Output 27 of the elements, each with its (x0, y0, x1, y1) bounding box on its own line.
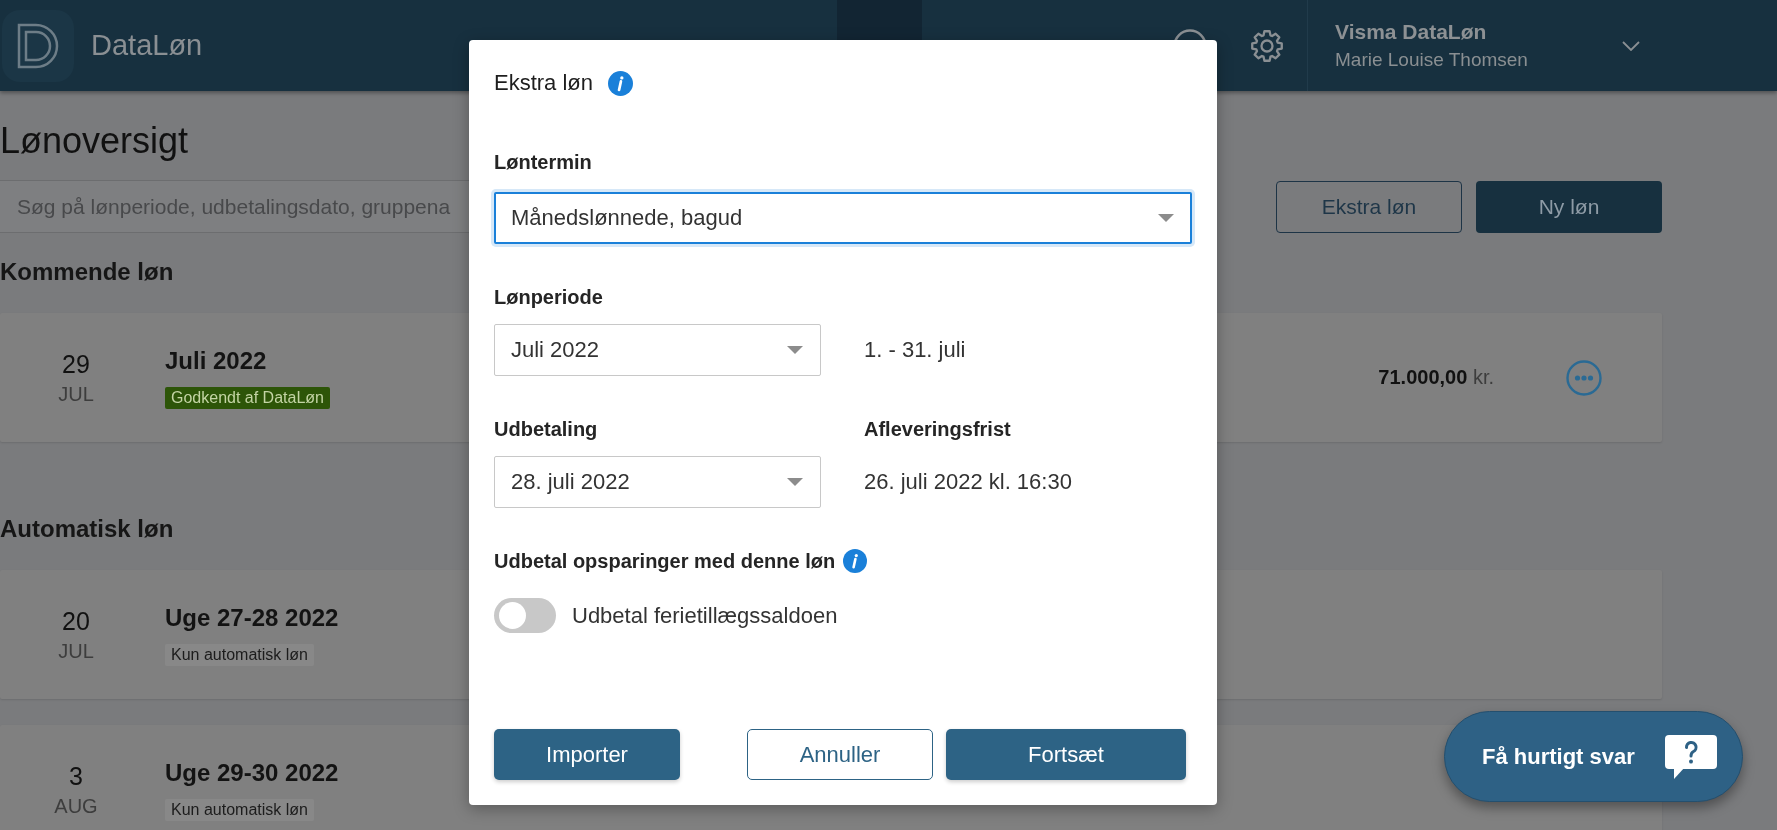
status-badge: Kun automatisk løn (165, 643, 314, 666)
status-badge: Kun automatisk løn (165, 798, 314, 821)
date-day: 3 (69, 760, 83, 791)
toggle-label: Udbetal ferietillægssaldoen (572, 602, 838, 629)
payroll-amount: 71.000,00 kr. (1378, 366, 1494, 389)
page-title: Lønoversigt (0, 119, 189, 163)
user-name: Marie Louise Thomsen (1335, 48, 1528, 72)
payroll-title: Uge 27-28 2022 (165, 603, 339, 632)
field-value-text: 26. juli 2022 kl. 16:30 (864, 469, 1072, 495)
payroll-title: Uge 29-30 2022 (165, 758, 339, 787)
field-label: Afleveringsfrist (864, 417, 1011, 441)
section-label: Udbetal opsparinger med denne løn (494, 549, 836, 573)
date-day: 29 (62, 348, 90, 379)
date-month: JUL (58, 638, 94, 664)
company-name: Visma DataLøn (1335, 19, 1487, 45)
field-label: Udbetaling (494, 417, 598, 441)
dialog-title: Ekstra løn (494, 70, 594, 96)
date-day: 20 (62, 605, 90, 636)
date-month: AUG (54, 793, 98, 819)
payroll-title: Juli 2022 (165, 346, 267, 375)
section-title: Automatisk løn (0, 514, 174, 544)
field-value-text: 1. - 31. juli (864, 337, 966, 363)
status-badge: Godkendt af DataLøn (165, 386, 330, 409)
section-title: Kommende løn (0, 257, 174, 287)
field-label: Lønperiode (494, 285, 603, 309)
date-month: JUL (58, 381, 94, 407)
field-label: Løntermin (494, 150, 592, 174)
